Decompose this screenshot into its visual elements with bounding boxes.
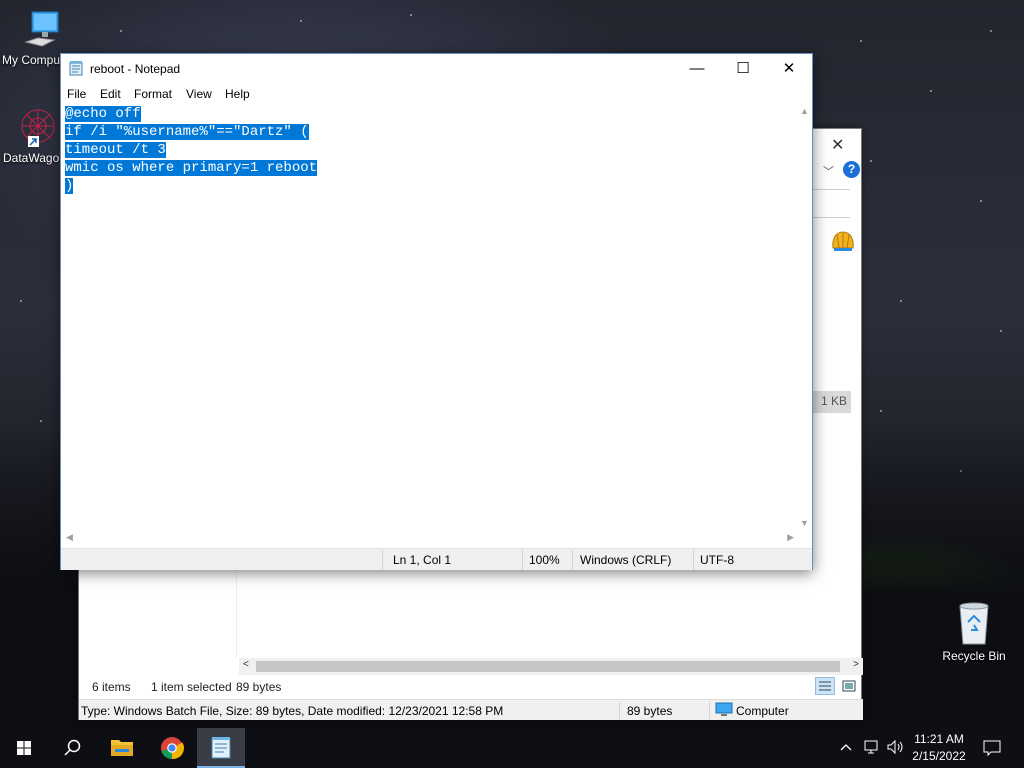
horizontal-scrollbar[interactable]: ◀ ▶ — [63, 530, 797, 547]
scroll-down-icon[interactable]: ▼ — [800, 518, 809, 528]
menu-view[interactable]: View — [186, 87, 212, 101]
chrome-icon — [161, 737, 185, 760]
large-icons-view-icon[interactable] — [839, 677, 859, 695]
explorer-close-button[interactable]: ✕ — [831, 135, 844, 155]
recycle-bin-icon — [954, 600, 994, 646]
notepad-status-bar: Ln 1, Col 1 100% Windows (CRLF) UTF-8 — [61, 548, 812, 570]
vertical-scrollbar[interactable]: ▲ ▼ — [797, 104, 812, 530]
computer-icon — [715, 702, 733, 720]
folder-icon — [111, 740, 133, 756]
scroll-left-icon[interactable]: < — [243, 659, 249, 670]
explorer-search-input[interactable] — [812, 189, 850, 218]
menu-file[interactable]: File — [67, 87, 86, 101]
navigation-pane[interactable] — [79, 569, 237, 657]
location-label: Computer — [736, 704, 789, 718]
file-type-info: Type: Windows Batch File, Size: 89 bytes… — [81, 704, 504, 718]
search-icon — [64, 739, 81, 756]
show-hidden-icons-chevron-icon[interactable] — [838, 738, 854, 759]
start-button[interactable] — [0, 728, 48, 768]
divider — [522, 550, 523, 570]
scroll-left-icon[interactable]: ◀ — [66, 532, 73, 543]
menu-format[interactable]: Format — [134, 87, 172, 101]
desktop-icon-recycle-bin[interactable]: Recycle Bin — [934, 600, 1014, 663]
system-clock[interactable]: 11:21 AM 2/15/2022 — [906, 731, 972, 765]
explorer-horizontal-scrollbar[interactable]: < > — [239, 658, 863, 675]
divider — [693, 550, 694, 570]
text-line: wmic os where primary=1 reboot — [65, 160, 318, 176]
scroll-right-icon[interactable]: > — [853, 659, 859, 670]
item-count: 6 items — [92, 680, 131, 694]
menu-help[interactable]: Help — [225, 87, 250, 101]
help-icon[interactable]: ? — [843, 161, 860, 178]
taskbar-notepad[interactable] — [197, 728, 245, 768]
text-line: timeout /t 3 — [65, 142, 166, 158]
divider — [572, 550, 573, 570]
file-size-cell: 1 KB — [812, 391, 851, 413]
selection-count: 1 item selected — [151, 680, 232, 694]
explorer-status-bar: 6 items 1 item selected 89 bytes — [79, 677, 863, 697]
taskbar: 11:21 AM 2/15/2022 — [0, 728, 1024, 768]
datawago-icon — [14, 106, 58, 148]
notepad-window[interactable]: reboot - Notepad — ☐ ✕ File Edit Format … — [60, 53, 813, 570]
notepad-icon — [211, 737, 231, 759]
divider — [619, 702, 620, 719]
maximize-button[interactable]: ☐ — [720, 54, 766, 83]
cursor-position: Ln 1, Col 1 — [393, 553, 452, 567]
menu-bar: File Edit Format View Help — [61, 83, 812, 104]
explorer-details-bar: Type: Windows Batch File, Size: 89 bytes… — [79, 699, 863, 720]
chevron-down-icon[interactable]: ﹀ — [823, 163, 834, 179]
scroll-up-icon[interactable]: ▲ — [800, 106, 809, 116]
search-button[interactable] — [48, 728, 96, 768]
title-bar[interactable]: reboot - Notepad — ☐ ✕ — [61, 54, 812, 83]
clock-date: 2/15/2022 — [912, 749, 966, 763]
text-line: ) — [65, 178, 74, 194]
line-ending: Windows (CRLF) — [580, 553, 672, 567]
menu-edit[interactable]: Edit — [100, 87, 121, 101]
file-size: 89 bytes — [627, 704, 673, 718]
selection-size: 89 bytes — [236, 680, 282, 694]
computer-icon — [24, 10, 60, 50]
network-icon[interactable] — [862, 738, 882, 759]
notification-icon[interactable] — [982, 738, 1002, 761]
text-line: @echo off — [65, 106, 141, 122]
shell-icon[interactable] — [831, 230, 855, 254]
text-editor[interactable]: @echo off if /i "%username%"=="Dartz" ( … — [63, 104, 797, 530]
taskbar-file-explorer[interactable] — [98, 728, 146, 768]
details-view-icon[interactable] — [815, 677, 835, 695]
clock-time: 11:21 AM — [914, 732, 964, 746]
window-title: reboot - Notepad — [90, 62, 181, 76]
encoding: UTF-8 — [700, 553, 734, 567]
notepad-icon — [69, 61, 83, 76]
scroll-thumb[interactable] — [256, 661, 840, 672]
text-line: if /i "%username%"=="Dartz" ( — [65, 124, 309, 140]
close-button[interactable]: ✕ — [766, 54, 812, 83]
windows-icon — [17, 741, 31, 755]
taskbar-chrome[interactable] — [148, 728, 196, 768]
divider — [709, 702, 710, 719]
zoom-level: 100% — [529, 553, 560, 567]
divider — [382, 550, 383, 570]
minimize-button[interactable]: — — [674, 54, 720, 83]
volume-icon[interactable] — [885, 738, 905, 759]
desktop-icon-label: Recycle Bin — [942, 649, 1006, 663]
scroll-right-icon[interactable]: ▶ — [787, 532, 794, 543]
